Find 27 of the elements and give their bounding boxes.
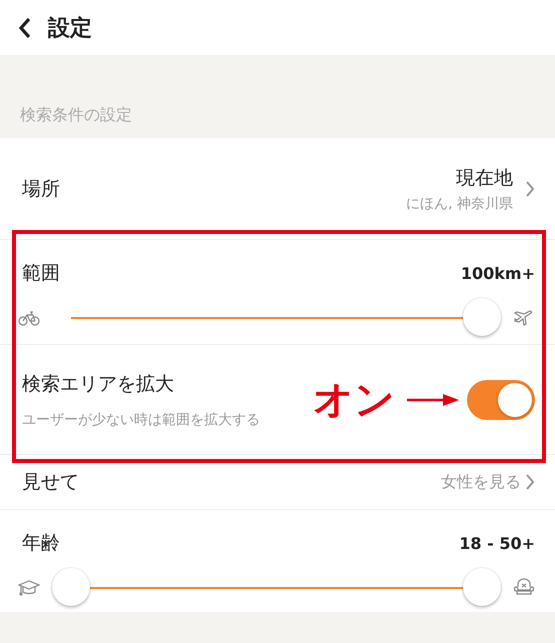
slider-thumb[interactable] [52, 568, 90, 606]
slider-thumb[interactable] [463, 568, 501, 606]
location-detail: にほん, 神奈川県 [406, 194, 513, 212]
toggle-switch[interactable] [467, 380, 535, 420]
show-label: 見せて [22, 470, 79, 495]
annotation-label: オン [313, 376, 395, 425]
age-label: 年齢 [22, 531, 60, 556]
chevron-right-icon [525, 473, 535, 491]
graduation-cap-icon [18, 579, 40, 597]
show-row[interactable]: 見せて 女性を見る [0, 455, 555, 510]
age-reading: 18 - 50+ [459, 534, 535, 552]
show-value: 女性を見る [441, 472, 521, 492]
airplane-icon [513, 309, 535, 327]
section-label: 検索条件の設定 [20, 105, 132, 126]
chevron-right-icon [525, 180, 535, 198]
location-label: 場所 [22, 176, 60, 202]
expand-area-hint: ユーザーが少ない時は範囲を拡大する [22, 410, 261, 428]
expand-area-label: 検索エリアを拡大 [22, 372, 175, 396]
bicycle-icon [18, 310, 40, 326]
page-title: 設定 [48, 14, 92, 42]
location-row[interactable]: 場所 現在地 にほん, 神奈川県 [0, 138, 555, 240]
range-reading: 100km+ [460, 264, 535, 282]
location-value: 現在地 [456, 166, 513, 190]
annotation-arrow [407, 392, 459, 406]
back-icon[interactable] [18, 16, 32, 38]
range-label: 範囲 [22, 261, 60, 286]
slider-thumb[interactable] [463, 298, 501, 336]
